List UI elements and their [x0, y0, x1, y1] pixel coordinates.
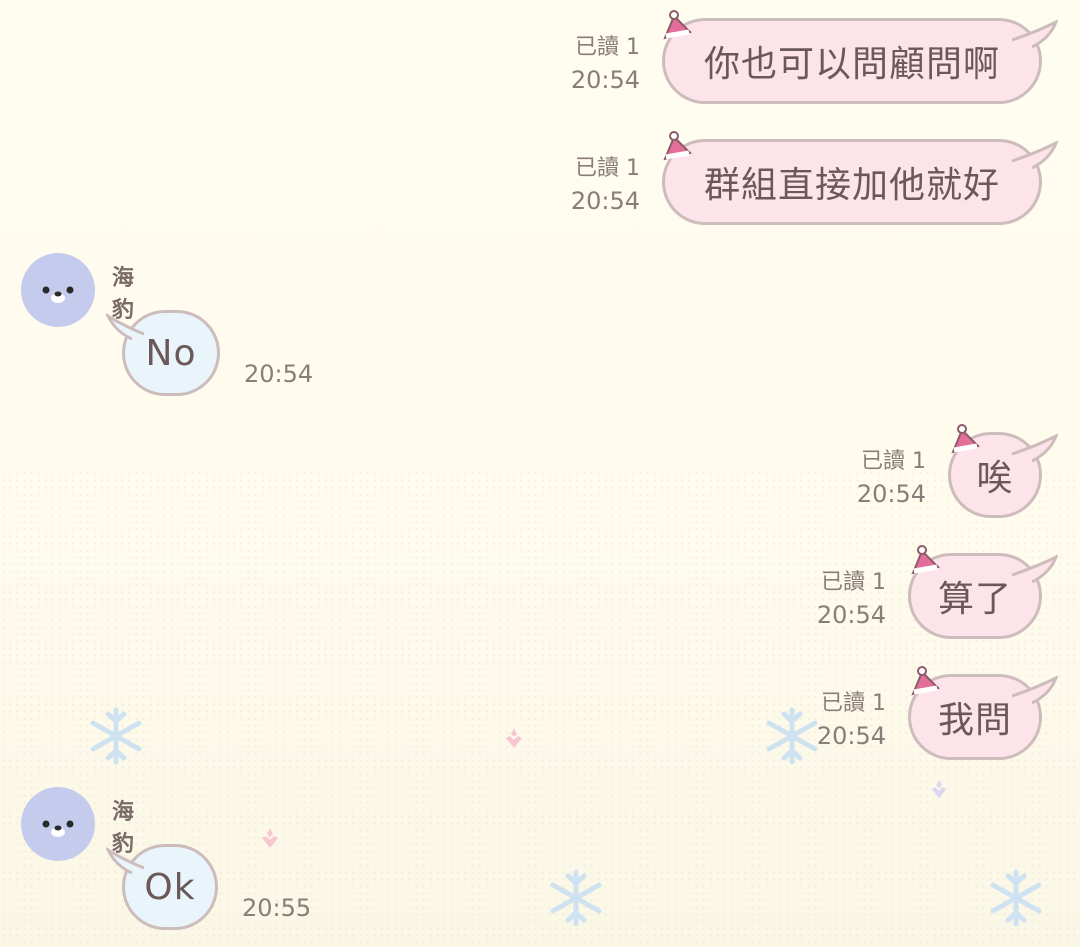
bubble-tail — [1011, 19, 1058, 48]
message-time: 20:54 — [244, 360, 314, 388]
avatar[interactable] — [21, 787, 95, 861]
message-text: 算了 — [937, 579, 1012, 620]
message-text: 你也可以問顧問啊 — [703, 44, 1000, 85]
bubble-tail — [106, 846, 145, 874]
seal-face-icon — [42, 286, 74, 303]
avatar[interactable] — [21, 253, 95, 327]
santa-hat-icon — [663, 10, 692, 40]
santa-hat-icon — [663, 131, 692, 161]
message-text: 我問 — [937, 700, 1012, 741]
message-meta: 已讀 1 20:54 — [826, 446, 926, 510]
read-receipt: 已讀 1 — [575, 35, 640, 60]
bubble-tail — [1011, 675, 1058, 704]
message-meta: 已讀 1 20:54 — [786, 688, 886, 752]
small-heart-icon — [506, 728, 522, 748]
bubble-tail — [1011, 554, 1058, 583]
message-time: 20:54 — [816, 601, 886, 629]
message-bubble[interactable]: 群組直接加他就好 — [662, 139, 1042, 225]
message-text: Ok — [144, 866, 196, 908]
bubble-tail — [106, 312, 145, 340]
message-text: No — [145, 332, 197, 374]
message-meta: 已讀 1 20:54 — [540, 32, 640, 96]
read-receipt: 已讀 1 — [821, 570, 886, 595]
message-time: 20:54 — [570, 187, 640, 215]
message-meta: 已讀 1 20:54 — [786, 567, 886, 631]
small-heart-icon — [262, 828, 278, 848]
snowflake-icon — [550, 869, 602, 927]
snowflake-icon — [90, 707, 142, 765]
read-receipt: 已讀 1 — [575, 156, 640, 181]
small-heart-icon — [931, 779, 947, 799]
message-text: 群組直接加他就好 — [703, 165, 1000, 206]
seal-face-icon — [42, 820, 74, 837]
santa-hat-icon — [911, 666, 940, 696]
bubble-tail — [1011, 433, 1058, 462]
message-bubble[interactable]: 你也可以問顧問啊 — [662, 18, 1042, 104]
message-meta: 已讀 1 20:54 — [540, 153, 640, 217]
bubble-tail — [1011, 140, 1058, 169]
message-time: 20:54 — [856, 480, 926, 508]
read-receipt: 已讀 1 — [821, 691, 886, 716]
santa-hat-icon — [951, 424, 980, 454]
message-time: 20:54 — [570, 66, 640, 94]
read-receipt: 已讀 1 — [861, 449, 926, 474]
snowflake-icon — [990, 869, 1042, 927]
message-time: 20:54 — [816, 722, 886, 750]
message-time: 20:55 — [242, 894, 312, 922]
santa-hat-icon — [911, 545, 940, 575]
